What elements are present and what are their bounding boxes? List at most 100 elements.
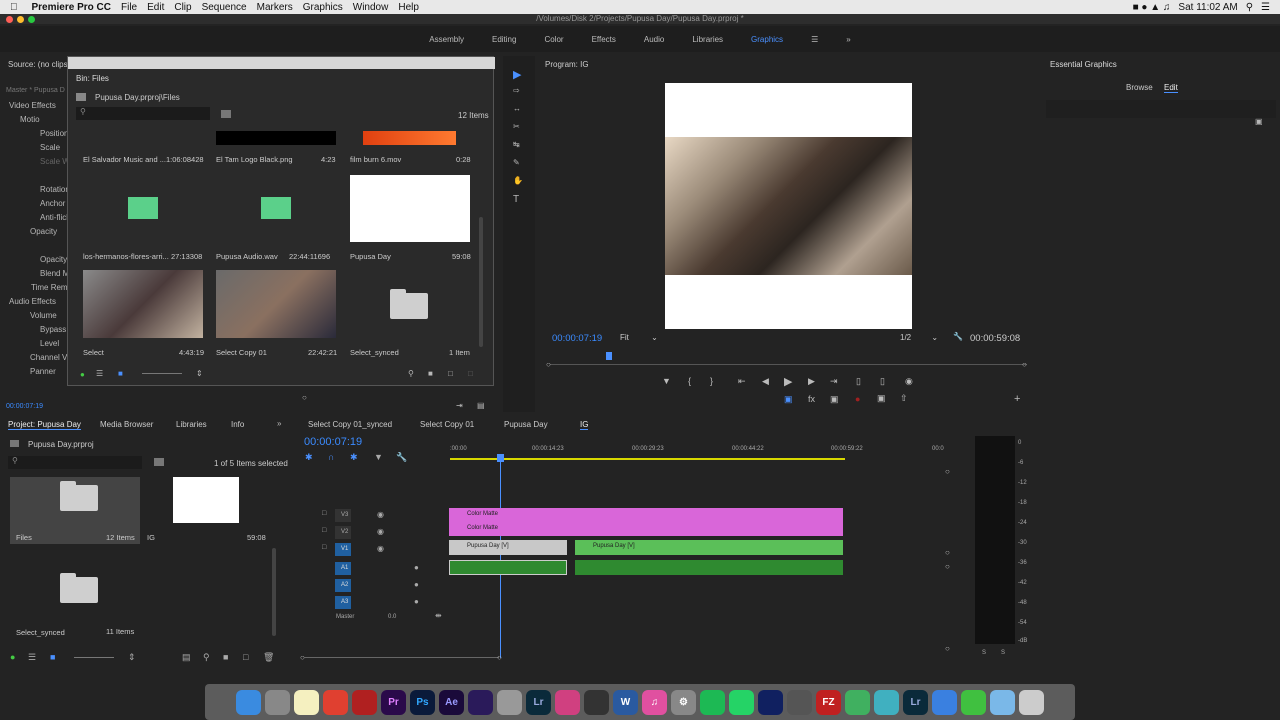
bin-scrollbar[interactable] — [479, 217, 483, 347]
workspace-libraries[interactable]: Libraries — [678, 35, 737, 44]
dock-atom-icon[interactable] — [845, 689, 870, 715]
solo-left-button[interactable]: S — [982, 650, 986, 656]
dock-whatsapp-icon[interactable] — [729, 689, 754, 715]
new-bin-icon[interactable] — [154, 458, 164, 466]
workspace-graphics[interactable]: Graphics — [737, 35, 797, 44]
close-window-button[interactable] — [6, 16, 13, 23]
track-select-tool-icon[interactable]: ⇨ — [513, 86, 520, 95]
razor-tool-icon[interactable]: ✂ — [513, 122, 520, 131]
source-title[interactable]: Source: (no clips) — [8, 60, 70, 69]
new-bin-icon[interactable] — [221, 110, 231, 118]
menu-markers[interactable]: Markers — [257, 2, 293, 13]
effect-row-motion[interactable]: Motio — [20, 115, 40, 124]
find-icon[interactable]: ⚲ — [408, 369, 414, 378]
trash-icon[interactable]: □ — [468, 369, 473, 378]
thumb-el-salvador[interactable] — [83, 131, 203, 145]
audio-waveform-icon[interactable] — [261, 197, 291, 219]
master-volume-value[interactable]: 0.0 — [388, 614, 396, 620]
scroll-handle-icon[interactable]: ○ — [945, 548, 950, 557]
program-title[interactable]: Program: IG — [545, 60, 589, 69]
comparison-view-icon[interactable]: ▣ — [830, 394, 839, 405]
menu-window[interactable]: Window — [353, 2, 389, 13]
linked-selection-icon[interactable]: ✱ — [350, 452, 358, 463]
effect-row-antiflicker[interactable]: Anti-flick — [40, 213, 70, 222]
workspace-editing[interactable]: Editing — [478, 35, 530, 44]
playhead-marker[interactable] — [606, 352, 612, 360]
dock-lightroom-icon[interactable]: Lr — [526, 689, 551, 715]
lock-icon[interactable]: ● — [80, 370, 85, 379]
safe-margins-icon[interactable]: ▣ — [877, 393, 886, 404]
icon-view-icon[interactable]: ■ — [118, 369, 123, 378]
solo-right-button[interactable]: S — [1001, 650, 1005, 656]
dock-illustrator-icon[interactable] — [468, 689, 493, 715]
settings-icon[interactable]: ▤ — [477, 401, 485, 410]
clock[interactable]: Sat 11:02 AM — [1178, 2, 1237, 13]
dock-davinci-icon[interactable] — [352, 689, 377, 715]
dock-lightroom-classic-icon[interactable]: Lr — [903, 689, 928, 715]
dock-word-icon[interactable]: W — [613, 689, 638, 715]
add-button-icon[interactable]: + — [1014, 393, 1020, 405]
folder-icon[interactable] — [390, 289, 428, 319]
play-button-icon[interactable]: ▶ — [784, 375, 792, 388]
mark-out-icon[interactable]: } — [710, 376, 713, 386]
effect-row-opacity[interactable]: Opacity — [30, 227, 57, 236]
zoom-slider[interactable] — [142, 373, 182, 374]
export-frame-icon[interactable]: ◉ — [905, 376, 913, 387]
dock-finder-icon[interactable] — [236, 689, 261, 715]
scroll-handle-icon[interactable]: ○ — [945, 562, 950, 571]
effect-row-channel-volume[interactable]: Channel Vo — [30, 353, 71, 362]
new-bin-icon[interactable]: ■ — [223, 652, 228, 662]
layer-list[interactable] — [1046, 100, 1276, 118]
effect-row-bypass[interactable]: Bypass — [40, 325, 66, 334]
timeline-timecode[interactable]: 00:00:07:19 — [304, 436, 362, 448]
menu-help[interactable]: Help — [398, 2, 419, 13]
icon-view-icon[interactable]: ■ — [50, 652, 55, 662]
dock-avery-icon[interactable] — [758, 689, 783, 715]
workspace-effects[interactable]: Effects — [578, 35, 630, 44]
effect-row-volume[interactable]: Volume — [30, 311, 57, 320]
selection-tool-icon[interactable]: ▶ — [513, 68, 521, 81]
hand-tool-icon[interactable]: ✋ — [513, 176, 523, 185]
tab-browse[interactable]: Browse — [1126, 83, 1153, 92]
dock-automator-icon[interactable] — [497, 689, 522, 715]
project-scrollbar[interactable] — [272, 548, 276, 636]
minimize-window-button[interactable] — [17, 16, 24, 23]
search-icon[interactable]: ⚲ — [1246, 2, 1253, 13]
resolution-dropdown[interactable]: 1/2 ⌄ — [900, 333, 940, 343]
audio-waveform-icon[interactable] — [128, 197, 158, 219]
program-frame[interactable] — [665, 83, 912, 329]
timeline-tab[interactable]: Select Copy 01 — [420, 420, 474, 429]
effect-row-opacity-value[interactable]: Opacity — [40, 255, 67, 264]
effect-controls-timecode[interactable]: 00:00:07:19 — [6, 403, 43, 410]
clip-pupusa-day-v1[interactable]: Pupusa Day [V] — [575, 540, 843, 555]
add-marker-icon[interactable]: ▼ — [662, 376, 671, 386]
dock-notes-icon[interactable] — [294, 689, 319, 715]
clip-color-matte-v3[interactable]: Color Matte — [449, 508, 843, 522]
sort-icon[interactable]: ⇕ — [196, 369, 203, 378]
thumb-select-copy-01[interactable] — [216, 270, 336, 338]
workspace-menu-icon[interactable]: ☰ — [797, 35, 832, 44]
type-tool-icon[interactable]: T — [513, 194, 519, 205]
dock-itunes-icon[interactable]: ♫ — [642, 689, 667, 715]
microphone-icon[interactable]: ● — [414, 580, 419, 589]
fx-icon[interactable]: fx — [808, 394, 815, 404]
dock-premiere-icon[interactable]: Pr — [381, 689, 406, 715]
eye-icon[interactable]: ◉ — [377, 510, 384, 519]
dock-trash-icon[interactable] — [1019, 689, 1044, 715]
eye-icon[interactable]: ◉ — [377, 527, 384, 536]
workspace-assembly[interactable]: Assembly — [415, 35, 478, 44]
slip-tool-icon[interactable]: ↹ — [513, 140, 520, 149]
go-to-out-icon[interactable]: ⇥ — [830, 376, 838, 387]
project-item-ig-thumb[interactable] — [173, 477, 239, 523]
effect-row-level[interactable]: Level — [40, 339, 59, 348]
scroll-right-handle[interactable]: ○ — [1022, 360, 1027, 369]
bin-title[interactable]: Bin: Files — [76, 74, 109, 83]
snap-icon[interactable]: ∩ — [328, 452, 334, 462]
dock-chrome-icon[interactable] — [323, 689, 348, 715]
effect-row-blend[interactable]: Blend M — [40, 269, 69, 278]
clip-audio-a1-selected[interactable] — [449, 560, 567, 575]
dock-launchpad-icon[interactable] — [265, 689, 290, 715]
export-icon[interactable]: ⇥ — [456, 401, 463, 410]
workspace-color[interactable]: Color — [530, 35, 577, 44]
find-icon[interactable]: ⚲ — [203, 652, 210, 663]
